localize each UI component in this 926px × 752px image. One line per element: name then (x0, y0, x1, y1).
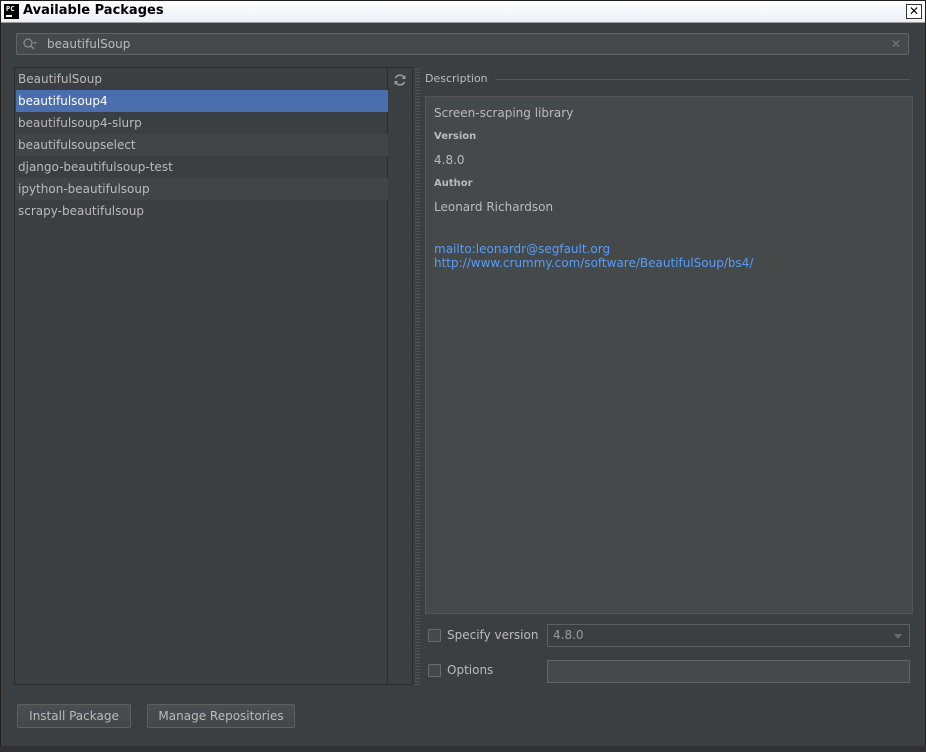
package-list-item[interactable]: beautifulsoup4-slurp (16, 112, 388, 134)
version-heading: Version (434, 131, 477, 142)
author-heading: Author (434, 178, 473, 189)
chevron-down-icon (894, 634, 902, 639)
package-list-item[interactable]: ipython-beautifulsoup (16, 178, 388, 200)
specify-version-checkbox[interactable] (428, 629, 441, 642)
homepage-link[interactable]: http://www.crummy.com/software/Beautiful… (434, 256, 753, 270)
description-divider (495, 79, 910, 80)
package-list-item[interactable]: scrapy-beautifulsoup (16, 200, 388, 222)
version-select-value: 4.8.0 (553, 628, 584, 642)
author-email-link[interactable]: mailto:leonardr@segfault.org (434, 242, 610, 256)
package-summary: Screen-scraping library (434, 106, 574, 120)
version-value: 4.8.0 (434, 153, 465, 167)
list-toolbar (388, 67, 413, 685)
available-packages-dialog: PC Available Packages ✕ ✕ BeautifulSoup … (0, 0, 926, 752)
clear-search-icon[interactable]: ✕ (891, 37, 901, 51)
package-list[interactable]: BeautifulSoup beautifulsoup4 beautifulso… (14, 67, 388, 685)
package-list-item[interactable]: django-beautifulsoup-test (16, 156, 388, 178)
pycharm-app-icon: PC (4, 4, 19, 19)
manage-repositories-button[interactable]: Manage Repositories (147, 704, 295, 728)
title-bar: PC Available Packages ✕ (1, 1, 925, 23)
description-panel: Screen-scraping library Version 4.8.0 Au… (425, 96, 913, 614)
package-list-item[interactable]: beautifulsoupselect (16, 134, 388, 156)
refresh-icon[interactable] (393, 73, 407, 87)
window-bottom-edge (0, 746, 926, 752)
install-package-button[interactable]: Install Package (17, 704, 131, 728)
window-title: Available Packages (23, 3, 164, 18)
search-icon (23, 38, 37, 50)
options-checkbox[interactable] (428, 664, 441, 677)
panel-splitter[interactable] (415, 67, 420, 685)
author-value: Leonard Richardson (434, 200, 554, 214)
options-label: Options (447, 663, 494, 677)
close-button[interactable]: ✕ (906, 4, 922, 19)
package-list-item-selected[interactable]: beautifulsoup4 (16, 90, 388, 112)
package-list-item[interactable]: BeautifulSoup (16, 68, 388, 90)
search-input[interactable] (47, 36, 867, 52)
options-input[interactable] (547, 660, 910, 683)
specify-version-label: Specify version (447, 628, 539, 642)
package-search-box[interactable]: ✕ (16, 33, 909, 55)
version-select[interactable]: 4.8.0 (547, 624, 910, 647)
description-header: Description (425, 72, 488, 85)
